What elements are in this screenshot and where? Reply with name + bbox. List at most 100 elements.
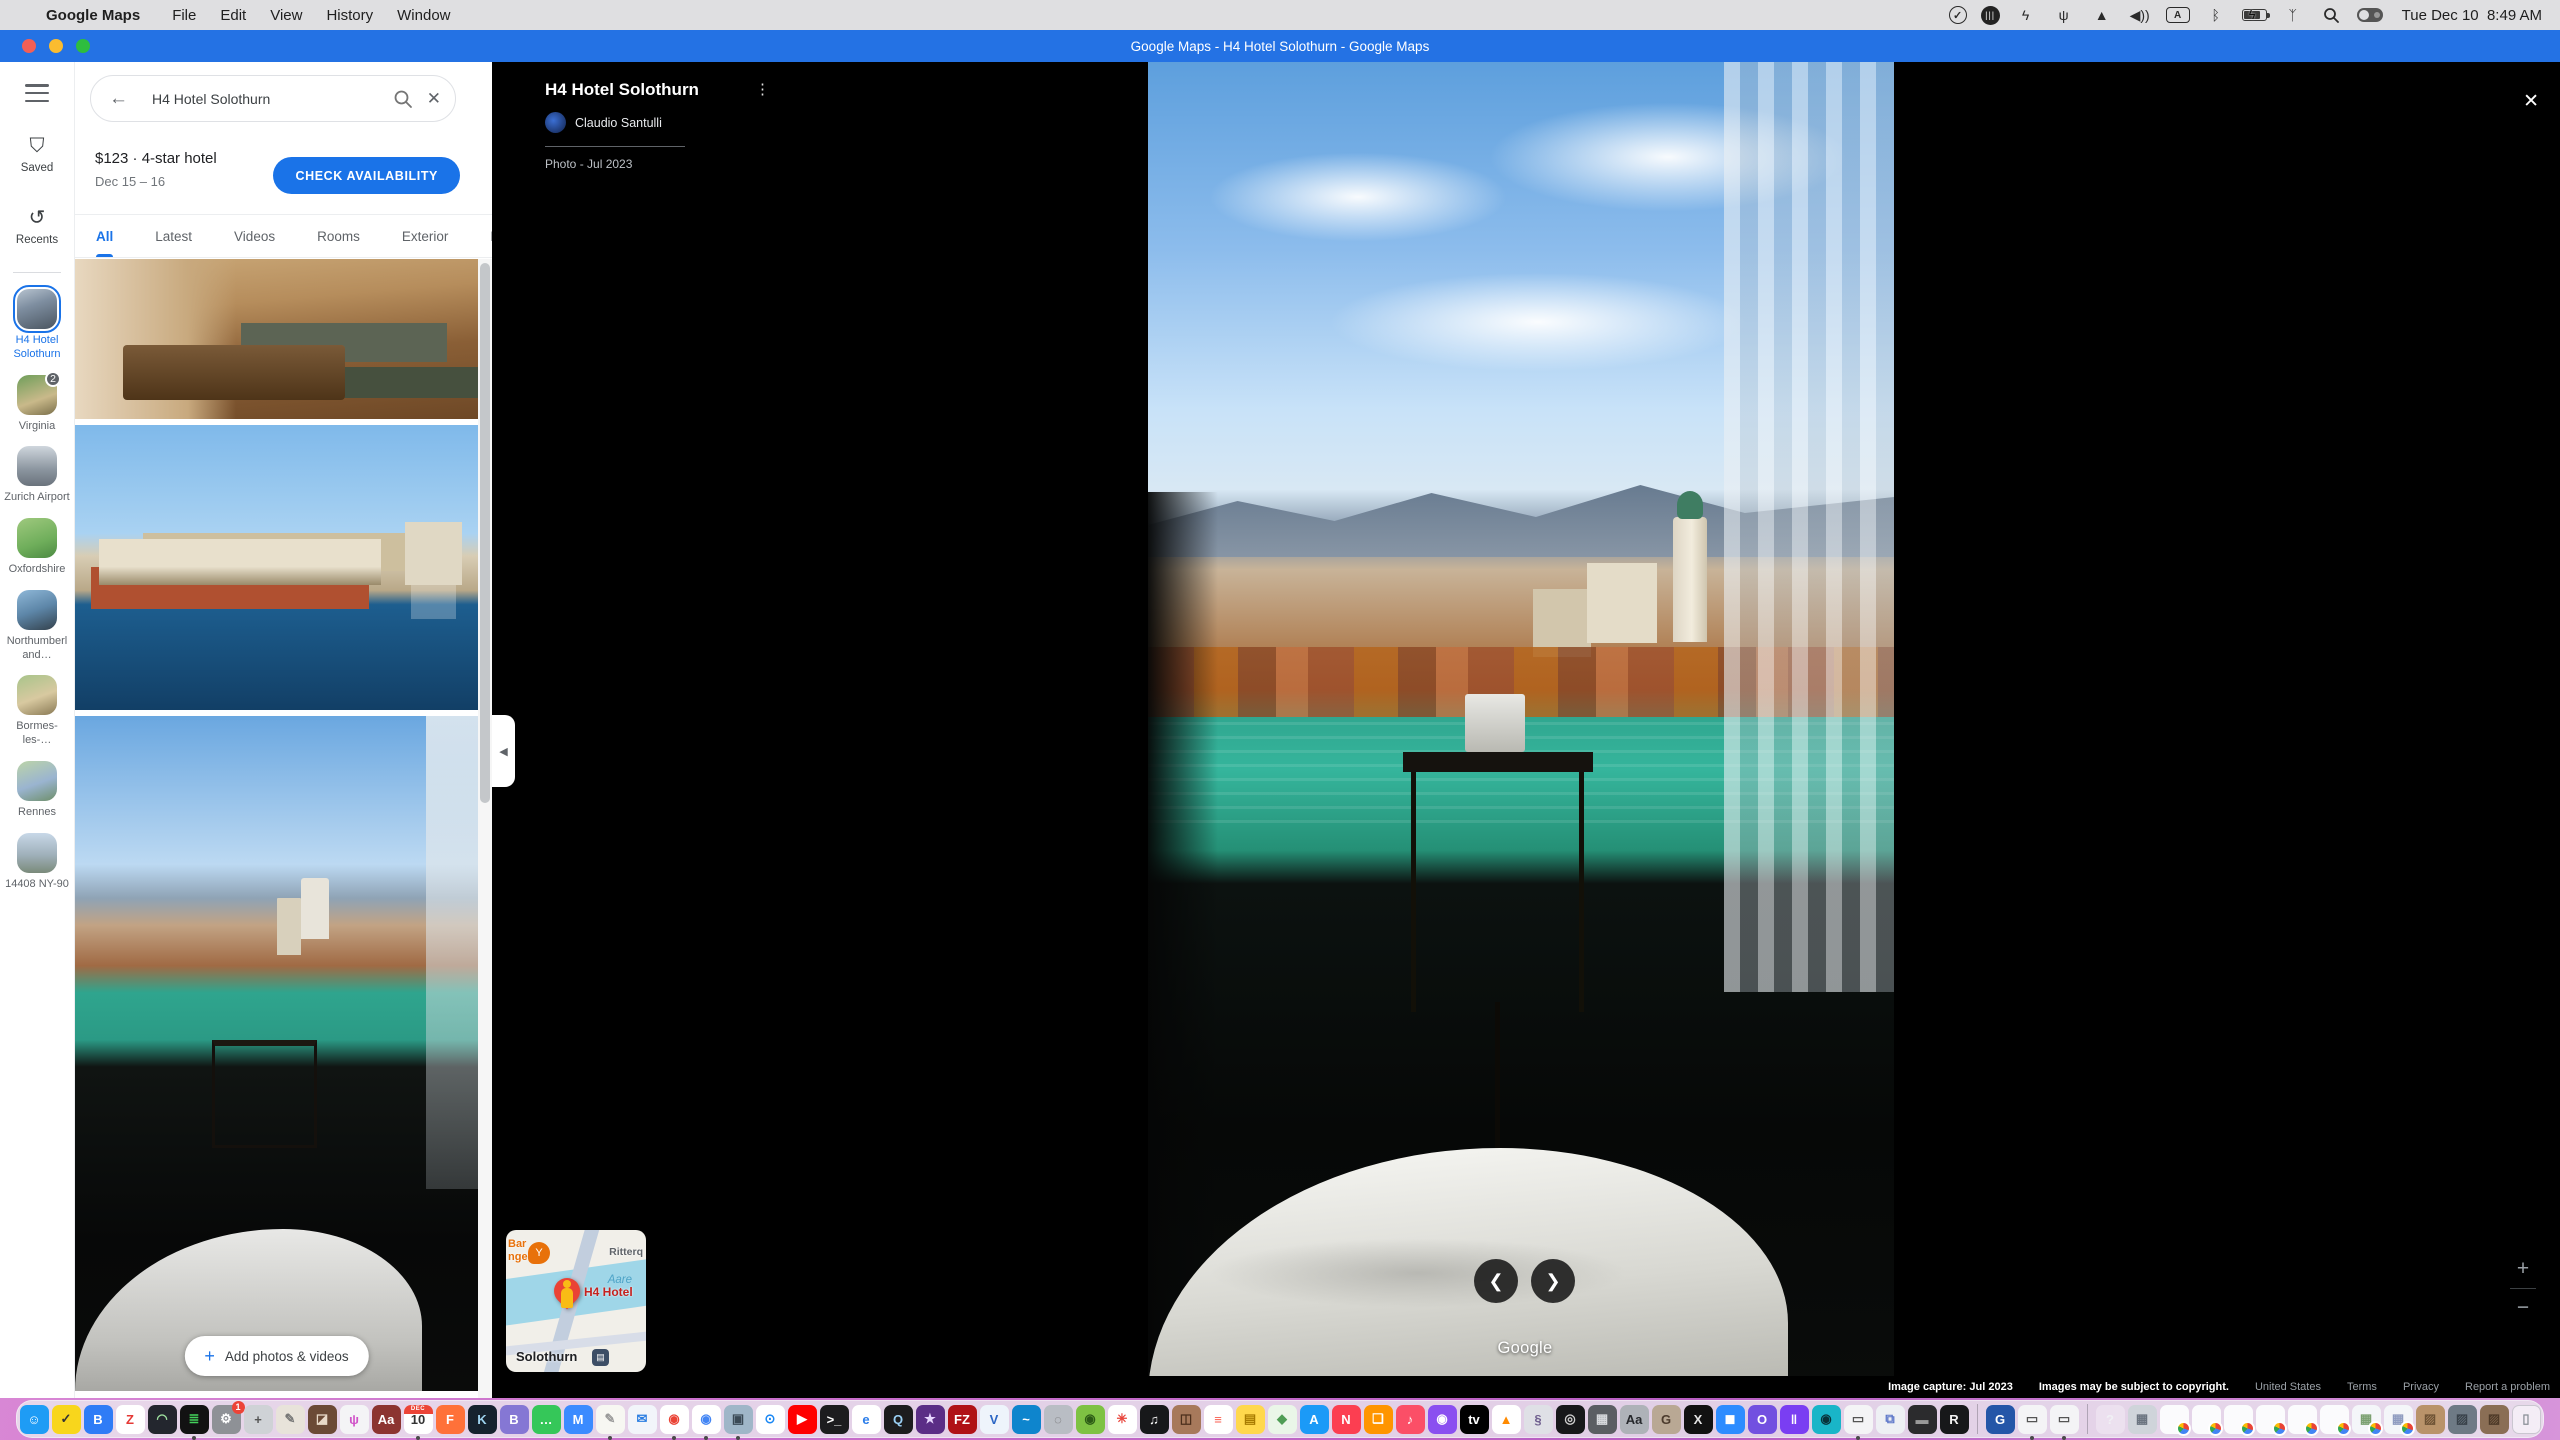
dock-dictionary[interactable]: Aa (372, 1405, 401, 1434)
dock-bluetooth-app[interactable]: B (84, 1405, 113, 1434)
dock-printer-1[interactable]: ▭ (1844, 1405, 1873, 1434)
recent-bormes-les[interactable]: Bormes-les-… (0, 675, 74, 748)
search-bar[interactable]: ← ✕ (90, 75, 456, 122)
menu-file[interactable]: File (162, 7, 206, 24)
dock-contacts[interactable]: ◫ (1172, 1405, 1201, 1434)
recent-virginia[interactable]: 2 Virginia (0, 375, 74, 434)
dock-filezilla[interactable]: FZ (948, 1405, 977, 1434)
dock-font-book[interactable]: Aa (1620, 1405, 1649, 1434)
recent-northumberland[interactable]: Northumberland… (0, 590, 74, 663)
search-icon[interactable] (393, 89, 413, 109)
photo-author-row[interactable]: Claudio Santulli (545, 112, 699, 133)
dock-chrome-window-4[interactable] (2256, 1405, 2285, 1434)
dock-finder[interactable]: ☺ (20, 1405, 49, 1434)
power-lightning-icon[interactable]: ϟ (2014, 4, 2038, 26)
dock-webcam-app[interactable]: ◉ (1812, 1405, 1841, 1434)
hamburger-menu-icon[interactable] (25, 84, 49, 102)
battery-icon[interactable]: ϟ (2242, 4, 2267, 26)
terms-link[interactable]: Terms (2347, 1381, 2377, 1393)
next-photo-button[interactable]: ❯ (1531, 1259, 1575, 1303)
dock-homebank[interactable]: G (1986, 1405, 2015, 1434)
gallery-scrollbar[interactable] (478, 259, 492, 1398)
dock-mail[interactable]: ✉ (628, 1405, 657, 1434)
sidebar-item-recents[interactable]: ↺ Recents (16, 208, 58, 246)
menu-view[interactable]: View (260, 7, 312, 24)
thumbnail-room-view-selected[interactable] (75, 716, 478, 1391)
recent-zurich-airport[interactable]: Zurich Airport (0, 446, 74, 505)
dock-busycal[interactable]: B (500, 1405, 529, 1434)
dock-disc-burner[interactable]: ◌ (1044, 1405, 1073, 1434)
dock-stickies[interactable]: ▤ (1236, 1405, 1265, 1434)
dock-news[interactable]: N (1332, 1405, 1361, 1434)
dock-chrome-sheet-2[interactable]: ▦ (2384, 1405, 2413, 1434)
dock-dj-app[interactable]: ◎ (1556, 1405, 1585, 1434)
collapse-panel-handle[interactable]: ◀ (492, 715, 515, 787)
dock-notes-pad[interactable]: ✎ (596, 1405, 625, 1434)
dock-r-app[interactable]: R (1940, 1405, 1969, 1434)
dock-chrome-window-2[interactable] (2192, 1405, 2221, 1434)
cocktail-poi-icon[interactable]: Y (528, 1242, 550, 1264)
zoom-in-button[interactable]: + (2508, 1254, 2538, 1284)
menu-history[interactable]: History (316, 7, 383, 24)
usb-icon[interactable]: ψ (2052, 4, 2076, 26)
dock-printer-2[interactable]: ▭ (2018, 1405, 2047, 1434)
dock-quicktime[interactable]: Q (884, 1405, 913, 1434)
thumbnail-hotel-lounge[interactable] (75, 259, 478, 419)
dock-podcasts[interactable]: ◉ (1428, 1405, 1457, 1434)
dock-app-store[interactable]: A (1300, 1405, 1329, 1434)
zoom-out-button[interactable]: − (2508, 1293, 2538, 1323)
dock-vlc[interactable]: ▲ (1492, 1405, 1521, 1434)
dock-photos[interactable]: ✳ (1108, 1405, 1137, 1434)
menu-bar-clock[interactable]: Tue Dec 10 8:49 AM (2402, 7, 2542, 24)
scrollbar-thumb[interactable] (480, 263, 490, 803)
dock-scanner[interactable]: ▬ (1908, 1405, 1937, 1434)
photo-tab[interactable]: Latest (155, 215, 192, 257)
dock-trash[interactable]: ▯ (2512, 1405, 2541, 1434)
dock-chrome-window-5[interactable] (2288, 1405, 2317, 1434)
dock-system-settings[interactable]: ⚙ 1 (212, 1405, 241, 1434)
input-source-icon[interactable]: A (2166, 7, 2190, 23)
dock-chrome-sheet-1[interactable]: ▦ (2352, 1405, 2381, 1434)
pegman-icon[interactable] (561, 1288, 573, 1308)
dock-firefox[interactable]: F (436, 1405, 465, 1434)
back-arrow-icon[interactable]: ← (109, 88, 128, 110)
dock-usb-utility[interactable]: ψ (340, 1405, 369, 1434)
dock-window-preview-1[interactable]: ▨ (2416, 1405, 2445, 1434)
dock-todo-app[interactable]: ✓ (52, 1405, 81, 1434)
dock-installer-doc[interactable]: ✎ (276, 1405, 305, 1434)
eject-icon[interactable]: ▲ (2090, 4, 2114, 26)
zoom-window-button[interactable] (76, 39, 90, 53)
dock-terminal[interactable]: >_ (820, 1405, 849, 1434)
dock-chrome[interactable]: ◉ (692, 1405, 721, 1434)
dock-gimp[interactable]: G (1652, 1405, 1681, 1434)
dock-zoom[interactable]: ◼ (1716, 1405, 1745, 1434)
dock-window-preview-3[interactable]: ▨ (2480, 1405, 2509, 1434)
region-link[interactable]: United States (2255, 1381, 2321, 1393)
dock-chrome-window-3[interactable] (2224, 1405, 2253, 1434)
dock-separator-1[interactable] (1977, 1404, 1978, 1434)
dock-zinio[interactable]: Z (116, 1405, 145, 1434)
dock-script-editor[interactable]: § (1524, 1405, 1553, 1434)
dock-photoshop[interactable]: ◪ (308, 1405, 337, 1434)
dock-reminders[interactable]: ≡ (1204, 1405, 1233, 1434)
recent-h4-hotel-solothurn[interactable]: H4 Hotel Solothurn (0, 289, 74, 362)
check-circle-icon[interactable]: ✓ (1949, 6, 1967, 24)
check-availability-button[interactable]: CHECK AVAILABILITY (273, 157, 460, 194)
recent-oxfordshire[interactable]: Oxfordshire (0, 518, 74, 577)
volume-icon[interactable]: ◀)) (2128, 4, 2152, 26)
minimize-window-button[interactable] (49, 39, 63, 53)
dock-screen-sharing[interactable]: ▦ (1588, 1405, 1617, 1434)
mini-map[interactable]: Barnge Y Ritterq Aare H4 Hotel Solothurn… (506, 1230, 646, 1372)
photo-tab[interactable]: Rooms (317, 215, 360, 257)
antenna-icon[interactable]: ᛉ (2281, 4, 2305, 26)
dock-youtube[interactable]: ▶ (788, 1405, 817, 1434)
audio-levels-icon[interactable]: ||| (1981, 6, 2000, 25)
dock-photo-widget[interactable]: ▦ (2128, 1405, 2157, 1434)
dock-edge[interactable]: e (852, 1405, 881, 1434)
bluetooth-icon[interactable]: ᛒ (2204, 4, 2228, 26)
dock-audio-levels[interactable]: ≣ (180, 1405, 209, 1434)
menu-window[interactable]: Window (387, 7, 460, 24)
spotlight-search-icon[interactable] (2319, 4, 2343, 26)
thumbnail-riverside-town[interactable] (75, 425, 478, 710)
dock-obs[interactable]: O (1748, 1405, 1777, 1434)
